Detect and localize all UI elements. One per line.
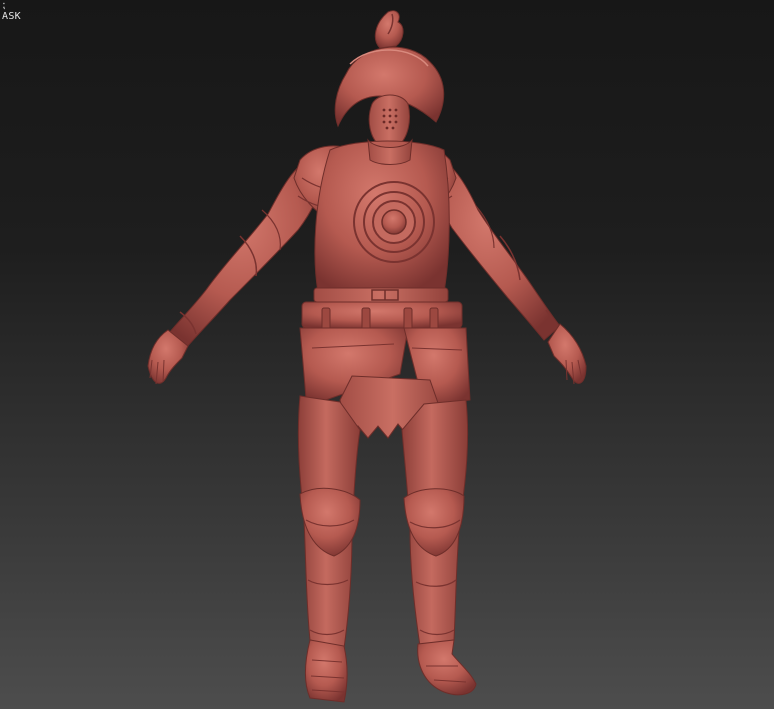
helmet	[334, 46, 445, 147]
breastplate	[301, 138, 463, 331]
clay-armored-figure-icon[interactable]	[0, 0, 774, 709]
zbrush-viewport[interactable]: ⁏ ASK	[0, 0, 774, 709]
helmet-crest	[374, 10, 404, 49]
legs	[297, 395, 469, 649]
feet	[305, 639, 477, 703]
